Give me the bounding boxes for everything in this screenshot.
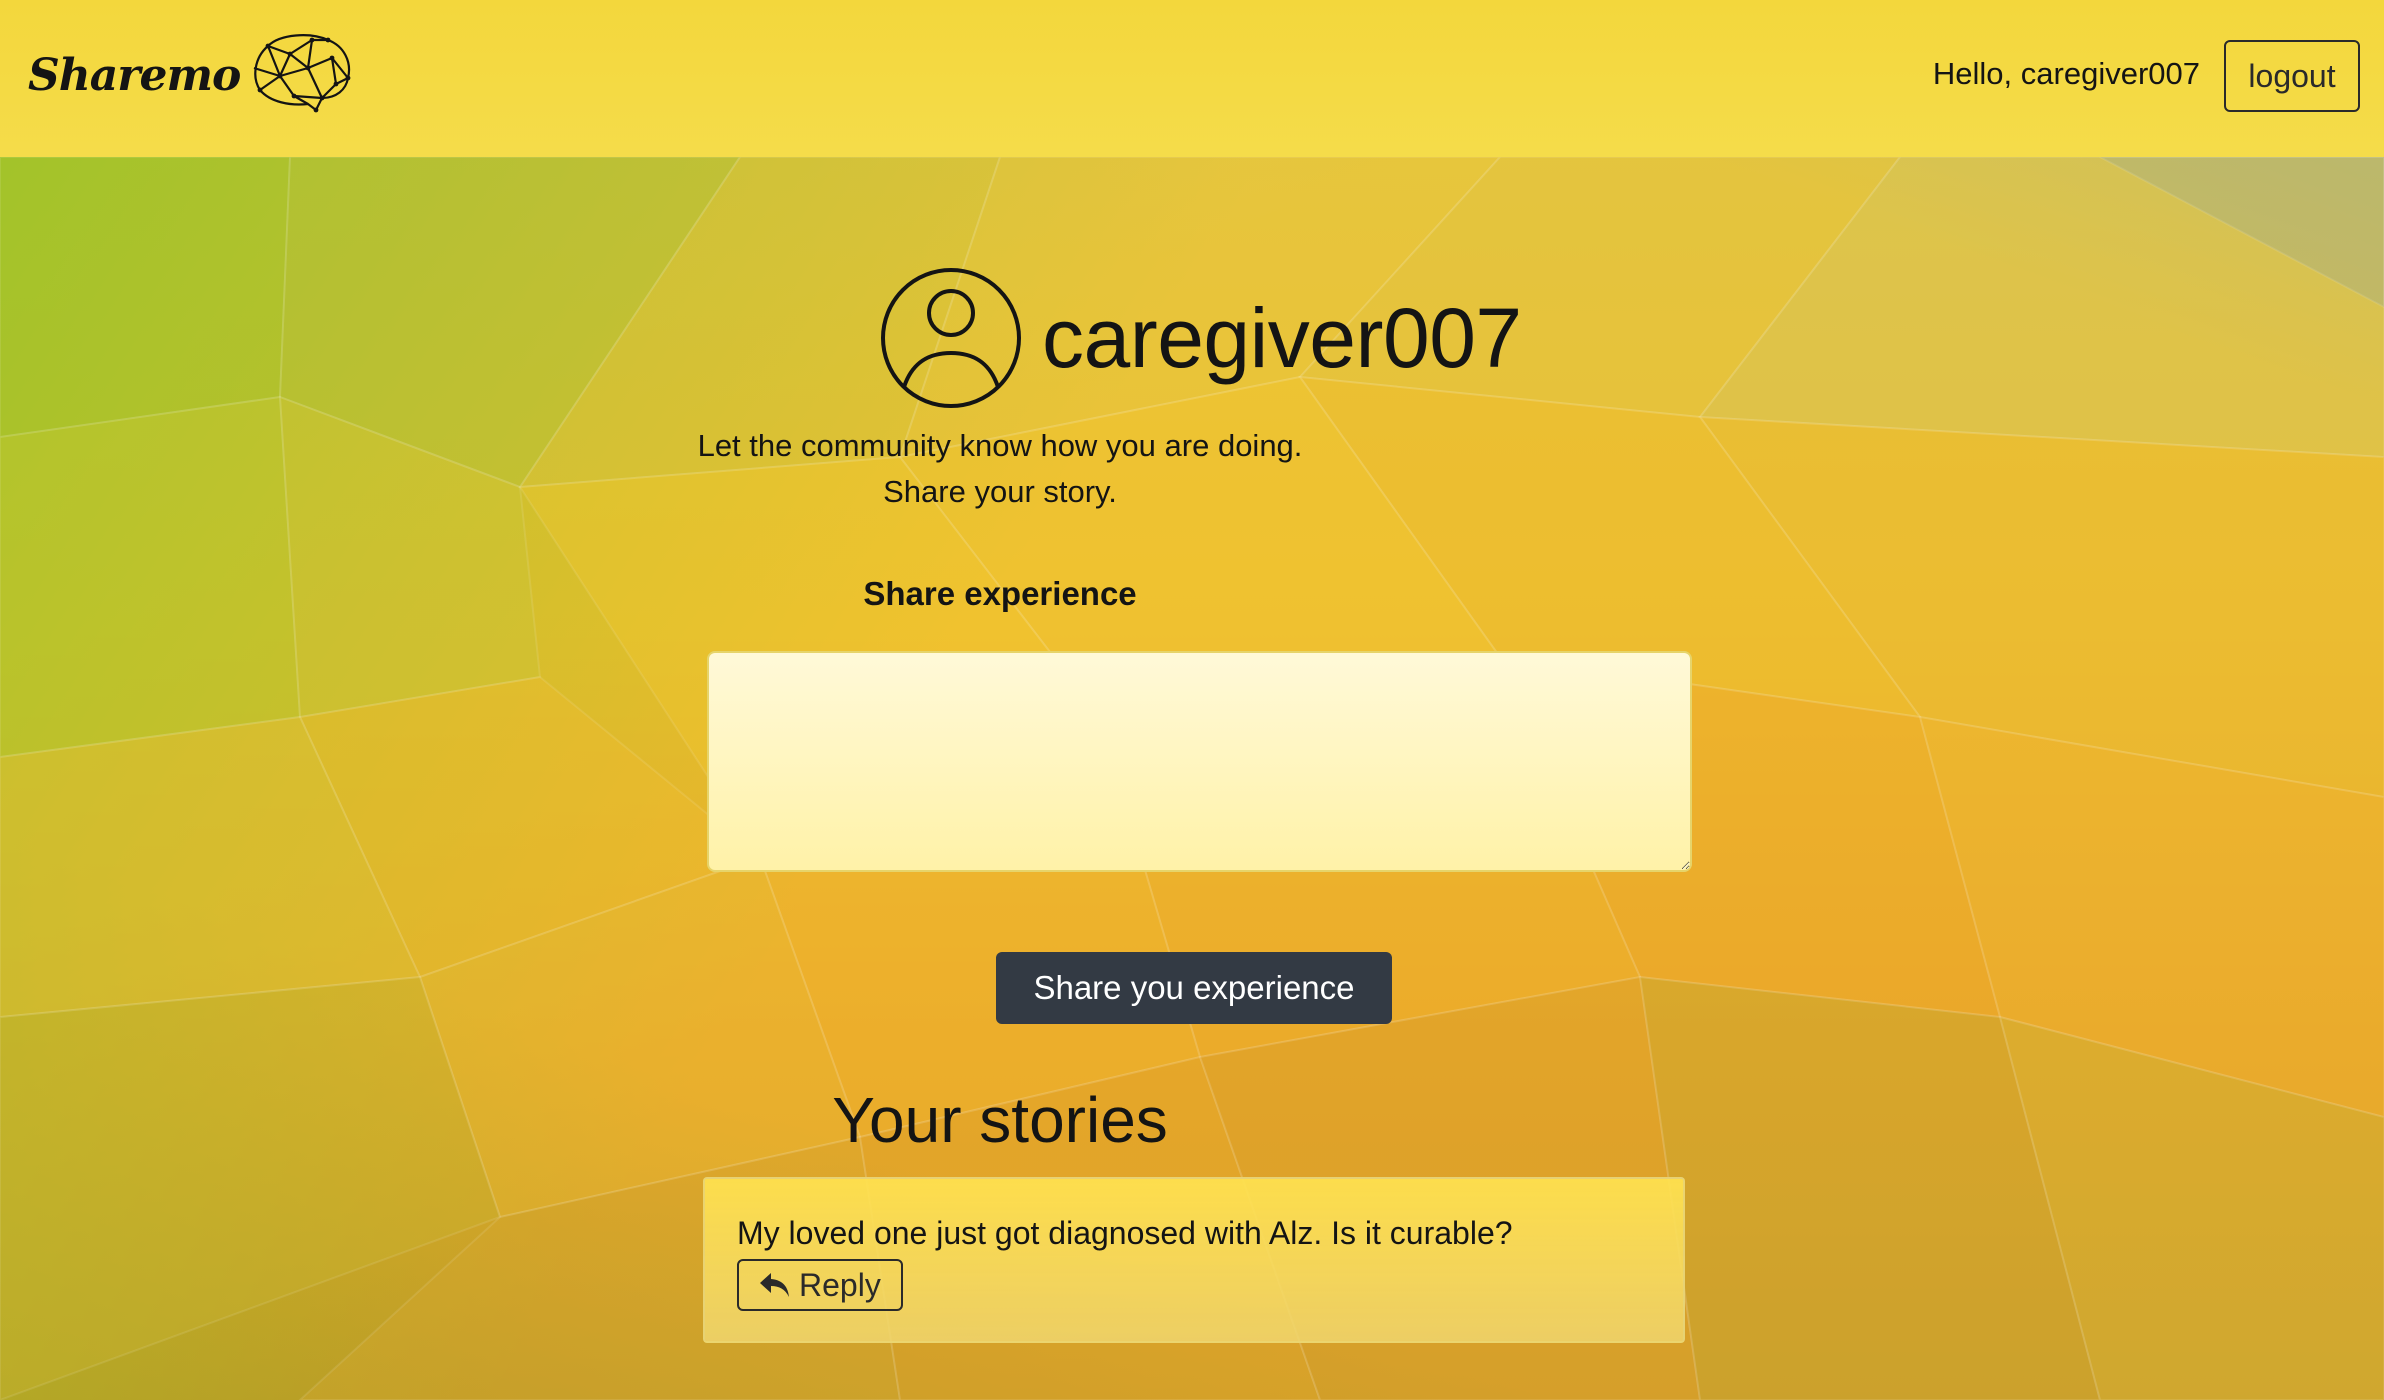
share-experience-label: Share experience	[863, 575, 1137, 612]
story-text: My loved one just got diagnosed with Alz…	[737, 1215, 1513, 1251]
intro-text-line-2: Share your story.	[883, 474, 1117, 509]
reply-arrow-icon	[760, 1273, 789, 1297]
share-experience-button[interactable]: Share you experience	[996, 952, 1392, 1024]
brand-link[interactable]: Sharemo	[28, 32, 354, 118]
reply-button-label: Reply	[799, 1266, 881, 1303]
your-stories-heading: Your stories	[832, 1084, 1168, 1156]
user-avatar-icon	[881, 268, 1021, 408]
brand-name: Sharemo	[28, 49, 241, 101]
story-card: My loved one just got diagnosed with Alz…	[703, 1177, 1685, 1343]
user-greeting: Hello, caregiver007	[1932, 56, 2200, 91]
top-navbar: Sharemo Hello, caregiver007 logout	[0, 0, 2384, 157]
brain-network-icon	[254, 34, 351, 113]
intro-text-line-1: Let the community know how you are doing…	[697, 428, 1303, 463]
profile-username: caregiver007	[1042, 290, 1522, 385]
reply-button[interactable]: Reply	[737, 1259, 903, 1311]
logout-button[interactable]: logout	[2224, 40, 2360, 112]
profile-header: caregiver007	[880, 267, 1522, 409]
share-experience-textarea[interactable]	[707, 651, 1692, 872]
